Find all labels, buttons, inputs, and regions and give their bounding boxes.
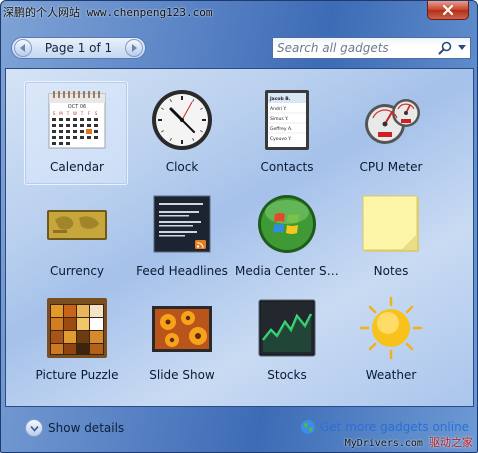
calendar-icon: OCT 06 S M T W T F S xyxy=(45,88,109,152)
contact-entry: Geffrey A. xyxy=(270,126,292,132)
contact-entry: Simus Y. xyxy=(270,116,288,122)
slide-show-icon xyxy=(150,296,214,360)
feed-headlines-icon xyxy=(150,192,214,256)
close-button[interactable] xyxy=(427,1,469,20)
contact-entry: Cyouvo Y. xyxy=(270,136,292,142)
footer-watermark-site: MyDrivers.com xyxy=(344,438,423,449)
gadget-label: Feed Headlines xyxy=(136,264,228,278)
search-icon[interactable] xyxy=(438,41,452,55)
media-center-icon xyxy=(255,192,319,256)
gadget-weather[interactable]: Weather xyxy=(338,289,442,393)
footer-watermark: MyDrivers.com 驱动之家 xyxy=(345,434,473,450)
gadget-media-center[interactable]: Media Center Si... xyxy=(234,185,339,289)
chevron-down-icon[interactable] xyxy=(458,45,466,51)
weekday-label: T xyxy=(66,111,70,116)
contact-entry: Andri Y. xyxy=(270,106,287,112)
stocks-icon xyxy=(255,296,319,360)
gadget-label: Contacts xyxy=(260,160,314,174)
calendar-month-label: OCT 06 xyxy=(68,104,86,110)
picture-puzzle-icon xyxy=(45,296,109,360)
weekday-label: S xyxy=(95,111,98,116)
gadget-gallery: OCT 06 S M T W T F S Calendar Clock Jaco… xyxy=(5,68,474,407)
footer-watermark-cn: 驱动之家 xyxy=(429,436,473,449)
toolbar: Page 1 of 1 xyxy=(1,31,477,65)
title-bar: 深鹏的个人网站 www.chenpeng123.com xyxy=(1,1,477,25)
search-box xyxy=(272,37,471,59)
chevron-left-icon xyxy=(20,44,25,52)
pager: Page 1 of 1 xyxy=(11,37,146,59)
weekday-label: M xyxy=(59,111,63,116)
gadget-label: Currency xyxy=(49,264,105,278)
gadget-label: Picture Puzzle xyxy=(35,368,119,382)
site-watermark: 深鹏的个人网站 www.chenpeng123.com xyxy=(3,6,213,19)
chevron-right-icon xyxy=(132,44,137,52)
gadget-label: Media Center Si... xyxy=(235,264,339,278)
close-icon xyxy=(442,4,454,16)
gadget-cpu-meter[interactable]: CPU Meter xyxy=(338,81,442,185)
weekday-label: S xyxy=(53,111,56,116)
gadget-label: Stocks xyxy=(267,368,307,382)
gadget-label: Calendar xyxy=(50,160,104,174)
currency-icon xyxy=(45,192,109,256)
gadget-label: CPU Meter xyxy=(359,160,423,174)
clock-icon xyxy=(150,88,214,152)
show-details-label: Show details xyxy=(48,421,125,435)
page-indicator: Page 1 of 1 xyxy=(44,41,113,55)
contact-entry: Jacob B. xyxy=(269,96,291,102)
gadget-contacts[interactable]: Jacob B. Andri Y. Simus Y. Geffrey A. Cy… xyxy=(234,81,338,185)
weekday-label: W xyxy=(73,111,77,116)
gadget-calendar[interactable]: OCT 06 S M T W T F S Calendar xyxy=(24,81,128,185)
bottom-bar: Show details Get more gadgets online MyD… xyxy=(1,407,477,452)
gadget-feed-headlines[interactable]: Feed Headlines xyxy=(129,185,233,289)
search-input[interactable] xyxy=(277,41,438,55)
gadget-clock[interactable]: Clock xyxy=(129,81,233,185)
gadget-currency[interactable]: Currency xyxy=(24,185,128,289)
gadget-label: Clock xyxy=(165,160,199,174)
weekday-label: T xyxy=(80,111,84,116)
gadget-slide-show[interactable]: Slide Show xyxy=(129,289,233,393)
next-page-button[interactable] xyxy=(125,39,143,57)
gadget-label: Notes xyxy=(373,264,409,278)
gadget-label: Weather xyxy=(365,368,417,382)
gadget-picture-puzzle[interactable]: Picture Puzzle xyxy=(24,289,128,393)
get-more-gadgets-label: Get more gadgets online xyxy=(320,420,470,434)
gadget-notes[interactable]: Notes xyxy=(338,185,442,289)
show-details-button[interactable]: Show details xyxy=(25,417,124,439)
gadget-label: Slide Show xyxy=(149,368,215,382)
weather-icon xyxy=(359,296,423,360)
gadget-gallery-window: 深鹏的个人网站 www.chenpeng123.com Page 1 of 1 xyxy=(0,0,478,453)
cpu-meter-icon xyxy=(359,88,423,152)
chevron-down-icon xyxy=(25,419,43,437)
previous-page-button[interactable] xyxy=(14,39,32,57)
contacts-icon: Jacob B. Andri Y. Simus Y. Geffrey A. Cy… xyxy=(255,88,319,152)
notes-icon xyxy=(359,192,423,256)
gadget-stocks[interactable]: Stocks xyxy=(234,289,338,393)
globe-icon xyxy=(301,420,315,434)
